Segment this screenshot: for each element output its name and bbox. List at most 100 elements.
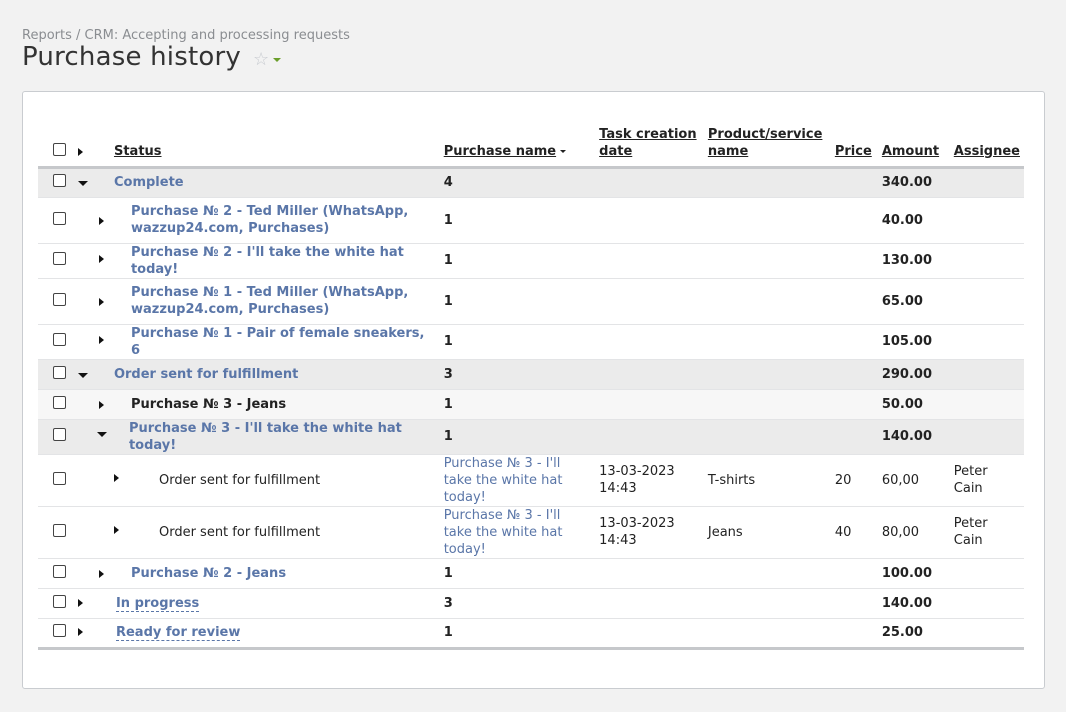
product-value: Jeans (707, 524, 743, 540)
amount-value: 105.00 (881, 334, 932, 349)
count-value: 1 (443, 565, 453, 581)
select-all-checkbox[interactable] (53, 142, 66, 156)
count-value: 1 (443, 334, 453, 349)
amount-value: 100.00 (881, 565, 932, 581)
table-row: Order sent for fulfillment Purchase № 3 … (38, 454, 1024, 506)
row-checkbox[interactable] (53, 365, 66, 379)
collapse-icon[interactable] (77, 181, 88, 186)
purchase-link[interactable]: Purchase № 2 - I'll take the white hat t… (131, 245, 404, 277)
count-value: 1 (443, 396, 453, 412)
column-header-product-service-name[interactable]: Product/service name (708, 127, 823, 159)
column-header-amount[interactable]: Amount (882, 144, 939, 159)
price-value: 40 (834, 524, 852, 540)
purchase-link[interactable]: Purchase № 2 - Ted Miller (WhatsApp, waz… (131, 204, 408, 236)
chevron-down-icon[interactable] (273, 58, 282, 62)
row-checkbox[interactable] (53, 174, 66, 187)
report-panel: Status Purchase name Task creation date … (22, 91, 1045, 689)
status-label: Order sent for fulfillment (158, 472, 321, 488)
row-checkbox[interactable] (53, 594, 66, 608)
table-row: In progress 3 140.00 (38, 588, 1024, 618)
expand-icon[interactable] (98, 335, 104, 344)
column-header-price[interactable]: Price (835, 144, 872, 159)
amount-value: 50.00 (881, 396, 923, 412)
amount-value: 25.00 (881, 625, 923, 640)
expand-icon[interactable] (77, 598, 83, 607)
date-value: 13-03-2023 14:43 (599, 464, 675, 496)
amount-value: 80,00 (881, 524, 920, 540)
status-label: Order sent for fulfillment (158, 524, 321, 540)
expand-icon[interactable] (98, 254, 104, 263)
row-checkbox[interactable] (53, 471, 66, 485)
count-value: 3 (443, 595, 453, 611)
group-link[interactable]: Complete (114, 175, 184, 190)
table-row: Ready for review 1 25.00 (38, 618, 1024, 648)
expand-all-icon[interactable] (77, 147, 83, 156)
purchase-link[interactable]: Purchase № 3 - I'll take the white hat t… (444, 508, 563, 557)
assignee-link[interactable]: Peter Cain (954, 464, 988, 496)
row-checkbox[interactable] (53, 333, 66, 346)
group-link[interactable]: In progress (115, 595, 200, 612)
collapse-icon[interactable] (96, 431, 107, 437)
table-row: Purchase № 1 - Pair of female sneakers, … (38, 324, 1024, 359)
amount-value: 130.00 (881, 253, 932, 268)
expand-icon[interactable] (98, 297, 104, 306)
amount-value: 65.00 (881, 293, 923, 309)
purchase-link[interactable]: Purchase № 3 - I'll take the white hat t… (129, 421, 402, 453)
sort-desc-icon[interactable] (560, 149, 567, 153)
table-row: Order sent for fulfillment 3 290.00 (38, 359, 1024, 389)
row-checkbox[interactable] (53, 523, 66, 537)
amount-value: 340.00 (881, 175, 932, 190)
product-value: T-shirts (707, 472, 756, 488)
column-header-purchase-name[interactable]: Purchase name (444, 144, 556, 159)
page-title: Purchase history (22, 42, 241, 72)
table-row: Purchase № 2 - I'll take the white hat t… (38, 243, 1024, 278)
row-checkbox[interactable] (53, 564, 66, 578)
report-table: Status Purchase name Task creation date … (38, 122, 1024, 650)
count-value: 1 (443, 625, 453, 640)
count-value: 1 (443, 253, 453, 268)
row-checkbox[interactable] (53, 624, 66, 637)
star-icon[interactable]: ☆ (253, 49, 269, 70)
count-value: 4 (443, 175, 453, 190)
count-value: 1 (443, 212, 453, 228)
row-checkbox[interactable] (53, 395, 66, 409)
amount-value: 60,00 (881, 472, 920, 488)
table-row: Purchase № 2 - Jeans 1 100.00 (38, 558, 1024, 588)
column-header-assignee[interactable]: Assignee (954, 144, 1020, 159)
column-header-task-creation-date[interactable]: Task creation date (599, 127, 696, 159)
price-value: 20 (834, 472, 852, 488)
expand-icon[interactable] (113, 473, 119, 482)
count-value: 3 (443, 366, 453, 382)
amount-value: 140.00 (881, 595, 932, 611)
expand-icon[interactable] (98, 400, 104, 409)
purchase-link[interactable]: Purchase № 3 - I'll take the white hat t… (444, 456, 563, 505)
purchase-link[interactable]: Purchase № 2 - Jeans (131, 566, 286, 581)
expand-icon[interactable] (98, 569, 104, 578)
assignee-link[interactable]: Peter Cain (954, 516, 988, 548)
amount-value: 140.00 (881, 429, 932, 444)
amount-value: 40.00 (881, 212, 923, 228)
group-link[interactable]: Ready for review (115, 625, 241, 641)
amount-value: 290.00 (881, 366, 932, 382)
group-link[interactable]: Order sent for fulfillment (114, 367, 298, 382)
count-value: 1 (443, 429, 453, 444)
row-checkbox[interactable] (53, 211, 66, 225)
expand-icon[interactable] (98, 216, 104, 225)
row-checkbox[interactable] (53, 252, 66, 265)
purchase-link[interactable]: Purchase № 1 - Pair of female sneakers, … (131, 326, 425, 358)
row-checkbox[interactable] (53, 292, 66, 306)
table-row: Purchase № 3 - Jeans 1 50.00 (38, 389, 1024, 419)
row-checkbox[interactable] (53, 428, 66, 441)
table-row: Purchase № 3 - I'll take the white hat t… (38, 419, 1024, 454)
date-value: 13-03-2023 14:43 (599, 516, 675, 548)
table-row: Order sent for fulfillment Purchase № 3 … (38, 506, 1024, 558)
expand-icon[interactable] (77, 628, 83, 636)
expand-icon[interactable] (113, 525, 119, 534)
table-row: Purchase № 1 - Ted Miller (WhatsApp, waz… (38, 278, 1024, 324)
column-header-status[interactable]: Status (114, 144, 162, 159)
purchase-link[interactable]: Purchase № 1 - Ted Miller (WhatsApp, waz… (131, 285, 408, 317)
purchase-label[interactable]: Purchase № 3 - Jeans (131, 397, 286, 412)
breadcrumb[interactable]: Reports / CRM: Accepting and processing … (22, 28, 350, 43)
collapse-icon[interactable] (77, 372, 88, 378)
table-row: Purchase № 2 - Ted Miller (WhatsApp, waz… (38, 197, 1024, 243)
